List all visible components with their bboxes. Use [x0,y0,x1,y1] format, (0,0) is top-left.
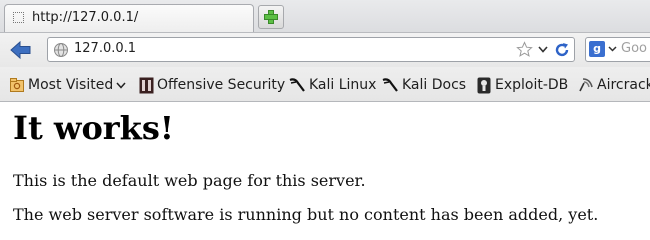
back-button[interactable] [8,38,34,62]
offensive-security-icon [139,77,154,93]
chevron-down-icon[interactable] [608,46,617,52]
bookmark-label: Most Visited [28,77,114,93]
google-icon[interactable]: g [589,41,605,57]
new-tab-button[interactable] [258,5,284,29]
tab-active[interactable]: http://127.0.0.1/ [4,4,254,32]
tab-strip: http://127.0.0.1/ [0,0,650,33]
bookmark-most-visited[interactable]: Most Visited [9,76,129,94]
plus-icon [264,10,278,24]
bookmark-exploit-db[interactable]: Exploit-DB [476,76,568,94]
chevron-down-icon[interactable] [538,46,548,53]
kali-dragon-icon [289,78,305,92]
paragraph: This is the default web page for this se… [13,171,366,190]
kali-dragon-icon [382,78,398,92]
chevron-down-icon [116,82,126,89]
address-bar[interactable]: 127.0.0.1 [47,37,575,62]
bookmark-label: Kali Linux [309,77,377,93]
bookmark-star-icon[interactable] [516,41,533,58]
back-arrow-icon [10,40,31,60]
tab-title: http://127.0.0.1/ [32,10,139,25]
aircrack-icon [579,78,593,92]
bookmarks-toolbar: Most Visited Offensive Security Kali Lin… [0,67,650,102]
search-bar[interactable]: g Goo [585,37,650,62]
bookmark-label: Aircrack [597,77,650,93]
bookmark-aircrack[interactable]: Aircrack [578,76,650,94]
search-placeholder: Goo [621,41,647,56]
exploit-db-icon [477,77,491,93]
page-heading: It works! [13,109,174,147]
bookmark-label: Exploit-DB [495,77,569,93]
url-text: 127.0.0.1 [74,41,137,56]
paragraph: The web server software is running but n… [13,205,599,224]
navigation-bar: 127.0.0.1 g Goo [0,33,650,67]
reload-icon[interactable] [553,41,571,59]
bookmark-label: Offensive Security [157,77,286,93]
bookmark-offensive-security[interactable]: Offensive Security [139,76,285,94]
page-icon [13,12,24,23]
bookmark-label: Kali Docs [402,77,467,93]
globe-icon [54,43,68,57]
most-visited-icon [10,78,24,92]
bookmark-kali-linux[interactable]: Kali Linux [289,76,376,94]
bookmark-kali-docs[interactable]: Kali Docs [382,76,466,94]
